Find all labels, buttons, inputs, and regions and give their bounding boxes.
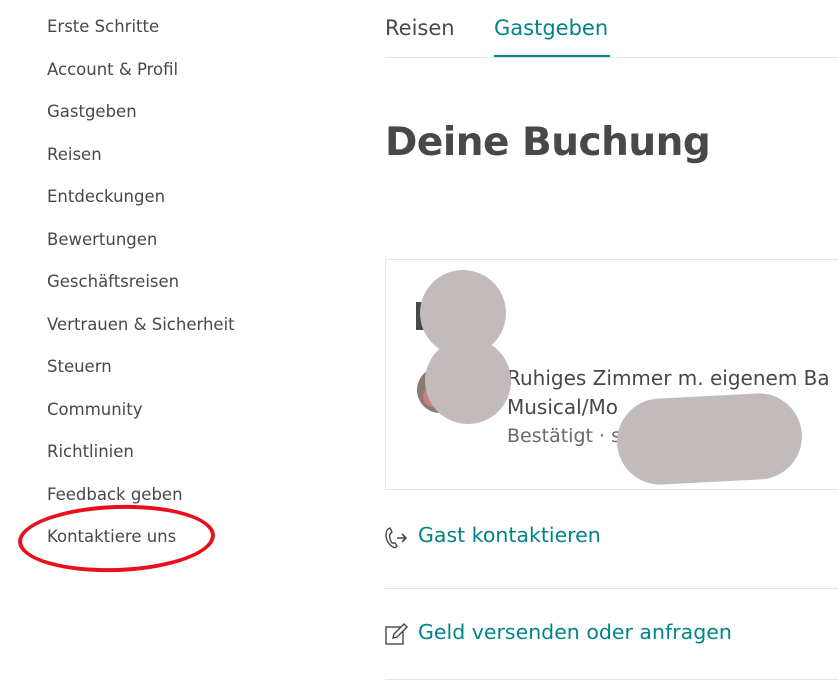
sidebar-nav: Erste Schritte Account & Profil Gastgebe… (0, 0, 330, 689)
phone-arrow-icon (385, 527, 408, 549)
tab-bar-divider (385, 57, 838, 58)
redaction-blob (614, 391, 805, 487)
sidebar-item-feedback-geben[interactable]: Feedback geben (47, 484, 183, 506)
listing-title-line1: Ruhiges Zimmer m. eigenem Ba (507, 366, 830, 390)
tab-reisen[interactable]: Reisen (385, 14, 455, 42)
sidebar-item-community[interactable]: Community (47, 399, 143, 421)
listing-title-line2: Musical/Mo (507, 395, 618, 419)
sidebar-item-bewertungen[interactable]: Bewertungen (47, 229, 157, 251)
contact-guest-label: Gast kontaktieren (418, 523, 601, 547)
booking-status: Bestätigt · s (507, 425, 621, 447)
sidebar-item-geschaeftsreisen[interactable]: Geschäftsreisen (47, 271, 179, 293)
send-request-money-label: Geld versenden oder anfragen (418, 620, 732, 644)
redaction-blob (425, 338, 511, 424)
help-page: Erste Schritte Account & Profil Gastgebe… (0, 0, 838, 689)
sidebar-item-steuern[interactable]: Steuern (47, 356, 112, 378)
red-highlight-circle (16, 501, 217, 576)
sidebar-item-account-profil[interactable]: Account & Profil (47, 59, 178, 81)
sidebar-item-entdeckungen[interactable]: Entdeckungen (47, 186, 165, 208)
booking-card[interactable]: Ruhiges Zimmer m. eigenem Ba Musical/Mo … (385, 259, 838, 490)
tab-bar: Reisen Gastgeben (385, 0, 838, 60)
send-request-money-link[interactable]: Geld versenden oder anfragen (383, 610, 838, 660)
sidebar-item-vertrauen-sicherheit[interactable]: Vertrauen & Sicherheit (47, 314, 235, 336)
sidebar-item-erste-schritte[interactable]: Erste Schritte (47, 16, 159, 38)
row-divider (385, 588, 838, 589)
row-divider (385, 679, 838, 680)
page-title: Deine Buchung (385, 120, 711, 165)
sidebar-item-richtlinien[interactable]: Richtlinien (47, 441, 134, 463)
edit-icon (385, 623, 408, 645)
sidebar-item-reisen[interactable]: Reisen (47, 144, 102, 166)
tab-gastgeben[interactable]: Gastgeben (494, 14, 608, 42)
sidebar-item-gastgeben[interactable]: Gastgeben (47, 101, 137, 123)
contact-guest-link[interactable]: Gast kontaktieren (383, 513, 838, 563)
